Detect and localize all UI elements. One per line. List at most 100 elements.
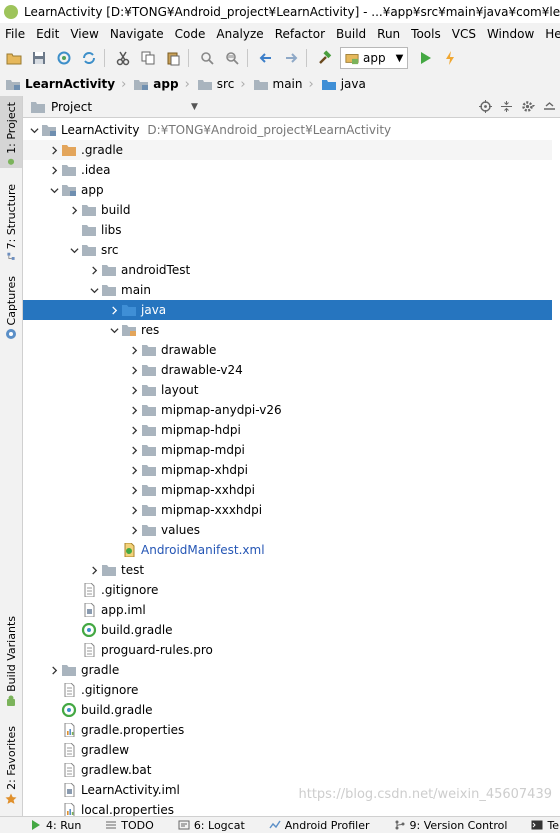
tree-row[interactable]: values bbox=[23, 520, 560, 540]
chevron-right-icon[interactable] bbox=[127, 485, 141, 495]
chevron-down-icon[interactable] bbox=[107, 326, 121, 335]
chevron-right-icon[interactable] bbox=[127, 425, 141, 435]
breadcrumb-item-main[interactable]: main bbox=[248, 77, 307, 91]
chevron-right-icon[interactable] bbox=[127, 445, 141, 455]
find-icon[interactable] bbox=[196, 47, 218, 69]
collapse-all-icon[interactable] bbox=[500, 100, 513, 113]
tree-row[interactable]: local.properties bbox=[23, 800, 560, 816]
run-icon[interactable] bbox=[414, 47, 436, 69]
tree-row[interactable]: .idea bbox=[23, 160, 560, 180]
tree-row[interactable]: mipmap-xhdpi bbox=[23, 460, 560, 480]
tab-run[interactable]: 4: Run bbox=[30, 819, 81, 832]
replace-icon[interactable] bbox=[221, 47, 243, 69]
menu-help[interactable]: Help bbox=[540, 27, 560, 41]
tree-row[interactable]: test bbox=[23, 560, 560, 580]
menu-analyze[interactable]: Analyze bbox=[211, 27, 269, 41]
vertical-scrollbar[interactable] bbox=[552, 118, 560, 816]
tree-row[interactable]: gradlew.bat bbox=[23, 760, 560, 780]
save-all-icon[interactable] bbox=[28, 47, 50, 69]
chevron-right-icon[interactable] bbox=[87, 565, 101, 575]
tree-row[interactable]: build.gradle bbox=[23, 700, 560, 720]
tree-row[interactable]: mipmap-mdpi bbox=[23, 440, 560, 460]
chevron-right-icon[interactable] bbox=[67, 205, 81, 215]
menu-build[interactable]: Build bbox=[331, 27, 372, 41]
menu-edit[interactable]: Edit bbox=[31, 27, 65, 41]
tree-row[interactable]: app bbox=[23, 180, 560, 200]
tree-row[interactable]: app.iml bbox=[23, 600, 560, 620]
tree-row[interactable]: src bbox=[23, 240, 560, 260]
tree-row[interactable]: AndroidManifest.xml bbox=[23, 540, 560, 560]
chevron-down-icon[interactable] bbox=[27, 126, 41, 135]
chevron-right-icon[interactable] bbox=[47, 145, 61, 155]
tree-row[interactable]: drawable bbox=[23, 340, 560, 360]
tab-android-profiler[interactable]: Android Profiler bbox=[269, 819, 370, 832]
tree-row[interactable]: gradlew bbox=[23, 740, 560, 760]
chevron-right-icon[interactable] bbox=[47, 665, 61, 675]
tree-row[interactable]: libs bbox=[23, 220, 560, 240]
gear-icon[interactable] bbox=[521, 100, 535, 113]
sync-icon[interactable] bbox=[53, 47, 75, 69]
chevron-down-icon[interactable] bbox=[67, 246, 81, 255]
locate-file-icon[interactable] bbox=[479, 100, 492, 113]
tree-row[interactable]: .gitignore bbox=[23, 580, 560, 600]
tab-todo[interactable]: TODO bbox=[105, 819, 154, 832]
tab-structure[interactable]: 7: Structure bbox=[0, 184, 22, 264]
tree-row[interactable]: .gitignore bbox=[23, 680, 560, 700]
tree-row[interactable]: build.gradle bbox=[23, 620, 560, 640]
chevron-right-icon[interactable] bbox=[107, 305, 121, 315]
tree-row[interactable]: layout bbox=[23, 380, 560, 400]
tree-row[interactable]: androidTest bbox=[23, 260, 560, 280]
copy-icon[interactable] bbox=[137, 47, 159, 69]
tree-row[interactable]: proguard-rules.pro bbox=[23, 640, 560, 660]
breadcrumb-item-src[interactable]: src bbox=[192, 77, 239, 91]
tree-row[interactable]: mipmap-hdpi bbox=[23, 420, 560, 440]
tab-version-control[interactable]: 9: Version Control bbox=[394, 819, 507, 832]
tree-row[interactable]: java bbox=[23, 300, 560, 320]
menu-navigate[interactable]: Navigate bbox=[104, 27, 169, 41]
tab-captures[interactable]: Captures bbox=[0, 276, 22, 346]
tab-logcat[interactable]: 6: Logcat bbox=[178, 819, 245, 832]
build-hammer-icon[interactable] bbox=[314, 47, 336, 69]
tab-project[interactable]: 1: Project bbox=[0, 96, 22, 168]
apply-changes-icon[interactable] bbox=[439, 47, 461, 69]
chevron-down-icon[interactable] bbox=[87, 286, 101, 295]
menu-view[interactable]: View bbox=[65, 27, 104, 41]
back-icon[interactable] bbox=[255, 47, 277, 69]
menu-run[interactable]: Run bbox=[372, 27, 406, 41]
chevron-right-icon[interactable] bbox=[127, 345, 141, 355]
chevron-right-icon[interactable] bbox=[127, 505, 141, 515]
tree-row[interactable]: mipmap-anydpi-v26 bbox=[23, 400, 560, 420]
forward-icon[interactable] bbox=[280, 47, 302, 69]
project-view-selector[interactable]: Project bbox=[51, 100, 92, 114]
tree-row[interactable]: mipmap-xxxhdpi bbox=[23, 500, 560, 520]
tab-terminal[interactable]: Terminal bbox=[531, 819, 560, 832]
menu-file[interactable]: File bbox=[0, 27, 31, 41]
tree-row[interactable]: gradle.properties bbox=[23, 720, 560, 740]
tree-row[interactable]: drawable-v24 bbox=[23, 360, 560, 380]
menu-tools[interactable]: Tools bbox=[406, 27, 447, 41]
chevron-right-icon[interactable] bbox=[127, 365, 141, 375]
gradle-sync-icon[interactable] bbox=[78, 47, 100, 69]
tab-favorites[interactable]: 2: Favorites bbox=[0, 726, 22, 808]
menu-window[interactable]: Window bbox=[481, 27, 539, 41]
tree-row[interactable]: LearnActivity D:¥TONG¥Android_project¥Lea… bbox=[23, 120, 560, 140]
menu-refactor[interactable]: Refactor bbox=[269, 27, 330, 41]
breadcrumb-item-java[interactable]: java bbox=[316, 77, 370, 91]
chevron-right-icon[interactable] bbox=[127, 465, 141, 475]
hide-panel-icon[interactable] bbox=[543, 100, 556, 113]
chevron-right-icon[interactable] bbox=[87, 265, 101, 275]
chevron-right-icon[interactable] bbox=[127, 525, 141, 535]
tree-row[interactable]: gradle bbox=[23, 660, 560, 680]
menu-vcs[interactable]: VCS bbox=[446, 27, 481, 41]
tree-row[interactable]: main bbox=[23, 280, 560, 300]
chevron-right-icon[interactable] bbox=[47, 165, 61, 175]
breadcrumb-item-learnactivity[interactable]: LearnActivity bbox=[0, 77, 119, 91]
open-folder-icon[interactable] bbox=[3, 47, 25, 69]
chevron-right-icon[interactable] bbox=[127, 405, 141, 415]
cut-icon[interactable] bbox=[112, 47, 134, 69]
tree-row[interactable]: mipmap-xxhdpi bbox=[23, 480, 560, 500]
breadcrumb-item-app[interactable]: app bbox=[128, 77, 182, 91]
chevron-down-icon[interactable]: ▼ bbox=[191, 102, 198, 112]
run-configuration-select[interactable]: app ▼ bbox=[340, 47, 409, 69]
tree-row[interactable]: res bbox=[23, 320, 560, 340]
